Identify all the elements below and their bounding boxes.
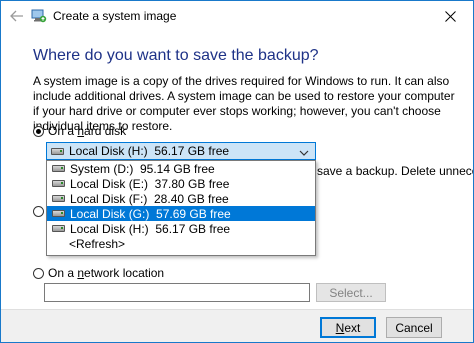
drive-dropdown-list: System (D:) 95.14 GB free Local Disk (E:… (46, 160, 316, 256)
network-path-input[interactable] (44, 283, 310, 302)
network-radio[interactable] (33, 267, 44, 279)
drive-icon (52, 195, 65, 202)
drive-icon (52, 180, 65, 187)
cancel-button[interactable]: Cancel (386, 317, 442, 338)
drive-select-value: Local Disk (H:) 56.17 GB free (69, 144, 230, 158)
refresh-option[interactable]: <Refresh> (47, 236, 315, 251)
drive-option-highlighted[interactable]: Local Disk (G:) 57.69 GB free (47, 206, 315, 221)
select-button[interactable]: Select... (316, 283, 386, 302)
hard-disk-radio[interactable] (33, 125, 44, 137)
network-option[interactable]: On a network location (33, 266, 164, 280)
chevron-down-icon[interactable] (299, 146, 309, 160)
drive-option[interactable]: Local Disk (F:) 28.40 GB free (47, 191, 315, 206)
footer-bar: Next Cancel (1, 309, 473, 342)
title-bar: Create a system image (1, 1, 473, 31)
window-title: Create a system image (53, 9, 177, 23)
dialog-window: Create a system image Where do you want … (0, 0, 474, 343)
hard-disk-label: On a hard disk (48, 124, 127, 138)
next-button[interactable]: Next (320, 317, 376, 338)
drive-option[interactable]: System (D:) 95.14 GB free (47, 161, 315, 176)
drive-icon (52, 165, 65, 172)
drive-icon (51, 147, 64, 155)
network-label: On a network location (48, 266, 165, 280)
page-heading: Where do you want to save the backup? (33, 47, 319, 64)
drive-icon (52, 210, 65, 217)
drive-option[interactable]: Local Disk (E:) 37.80 GB free (47, 176, 315, 191)
hard-disk-message: save a backup. Delete unnecessary (317, 164, 473, 178)
hard-disk-option[interactable]: On a hard disk (33, 124, 126, 138)
hidden-option-radio[interactable] (33, 206, 44, 217)
backup-icon (31, 8, 47, 24)
back-arrow-icon[interactable] (7, 6, 27, 26)
drive-option[interactable]: Local Disk (H:) 56.17 GB free (47, 221, 315, 236)
drive-select[interactable]: Local Disk (H:) 56.17 GB free (46, 142, 316, 160)
close-icon[interactable] (427, 1, 473, 31)
drive-icon (52, 225, 65, 232)
